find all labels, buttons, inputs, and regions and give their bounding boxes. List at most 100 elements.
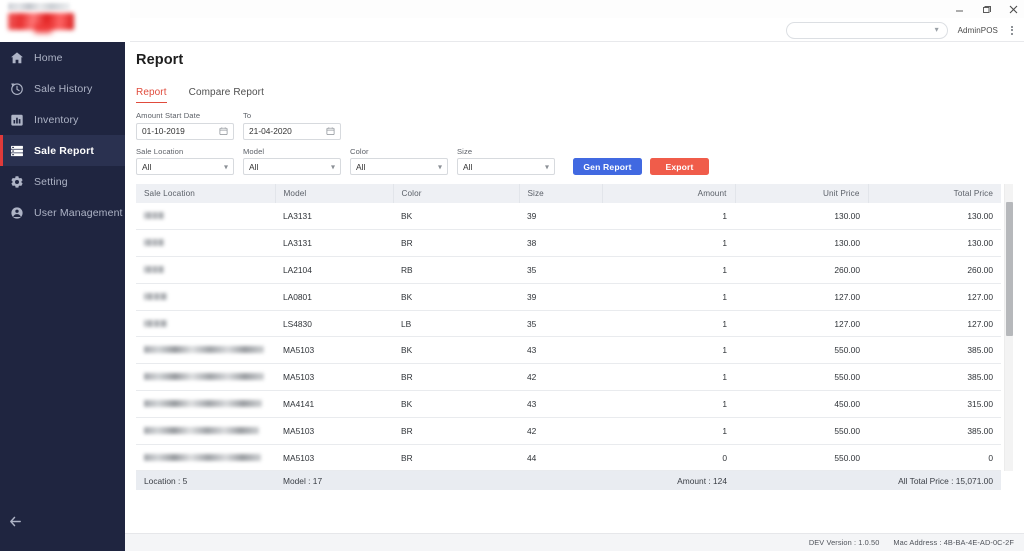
store-select[interactable]: ▾: [785, 21, 948, 39]
filter-row-dates: Amount Start Date 01-10-2019 To 21-04-20…: [136, 111, 1014, 140]
sidebar-item-setting[interactable]: Setting: [0, 166, 125, 197]
cell-model: LA2104: [275, 256, 393, 284]
sidebar-item-sale-report[interactable]: Sale Report: [0, 135, 125, 166]
cell-unit-price: 450.00: [735, 390, 868, 418]
column-header-color[interactable]: Color: [393, 184, 520, 203]
cell-unit-price: 130.00: [735, 229, 868, 258]
table-row[interactable]: MA5103 BR 42 1 550.00 385.00: [136, 417, 1001, 445]
cell-amount: 1: [602, 256, 735, 284]
application-window: ▾ AdminPOS Home Sale History Inventory S…: [0, 0, 1024, 551]
table-row[interactable]: LA2104 RB 35 1 260.00 260.00: [136, 256, 1001, 284]
cell-amount: 1: [602, 310, 735, 338]
sidebar-item-label: Inventory: [34, 113, 79, 126]
cell-sale-location: [136, 203, 275, 231]
column-header-amount[interactable]: Amount: [602, 184, 736, 203]
table-row[interactable]: LA3131 BR 38 1 130.00 130.00: [136, 229, 1001, 258]
end-date-input[interactable]: 21-04-2020: [243, 122, 341, 140]
cell-total-price: 130.00: [868, 203, 1001, 231]
table-row[interactable]: LA0801 BK 39 1 127.00 127.00: [136, 283, 1001, 311]
table-row[interactable]: MA5103 BR 42 1 550.00 385.00: [136, 363, 1001, 392]
size-select[interactable]: All ▾: [457, 158, 555, 175]
field-sale-location: Sale Location All ▾: [136, 147, 234, 175]
gen-report-button[interactable]: Gen Report: [573, 158, 642, 175]
field-amount-end-date: To 21-04-2020: [243, 111, 341, 140]
model-select[interactable]: All ▾: [243, 158, 341, 175]
kebab-dot: [1011, 32, 1013, 35]
cell-total-price: 127.00: [868, 310, 1001, 338]
chevron-down-icon: ▾: [330, 162, 335, 171]
table-row[interactable]: LS4830 LB 35 1 127.00 127.00: [136, 310, 1001, 338]
cell-sale-location: [136, 283, 275, 311]
tab-compare-report[interactable]: Compare Report: [189, 87, 264, 103]
main-content: Report Report Compare Report Amount Star…: [125, 42, 1024, 533]
calendar-icon: [219, 127, 228, 136]
close-icon[interactable]: [1007, 3, 1020, 16]
mac-address-label: Mac Address : 4B-BA-4E-AD-0C-2F: [893, 538, 1014, 547]
scrollbar-thumb[interactable]: [1006, 202, 1013, 336]
sidebar-item-sale-history[interactable]: Sale History: [0, 73, 125, 104]
chevron-down-icon: ▾: [437, 162, 442, 171]
cell-total-price: 385.00: [868, 363, 1001, 392]
tab-report[interactable]: Report: [136, 87, 167, 103]
sidebar-item-label: User Management: [34, 206, 123, 219]
cell-unit-price: 260.00: [735, 256, 868, 284]
table-row[interactable]: MA5103 BK 43 1 550.00 385.00: [136, 336, 1001, 365]
cell-model: MA5103: [275, 444, 393, 472]
sale-location-redacted: [144, 239, 164, 247]
report-table-container: Sale Location Model Color Size Amount Un…: [136, 184, 1013, 490]
start-date-value: 01-10-2019: [142, 126, 185, 136]
more-options-icon[interactable]: [1008, 24, 1016, 37]
table-row[interactable]: MA5103 BR 44 0 550.00 0: [136, 444, 1001, 472]
cell-size: 42: [519, 417, 602, 445]
table-scrollbar[interactable]: [1004, 184, 1013, 471]
cell-size: 39: [519, 203, 602, 231]
window-controls: [953, 0, 1020, 18]
field-label: Model: [243, 146, 265, 156]
column-header-model[interactable]: Model: [275, 184, 394, 203]
field-model: Model All ▾: [243, 146, 341, 175]
sidebar-item-label: Home: [34, 51, 63, 64]
current-user-label: AdminPOS: [957, 25, 998, 35]
table-body: LA3131 BK 39 1 130.00 130.00 LA3131 BR 38 1 130.00…: [136, 203, 1001, 472]
table-row[interactable]: LA3131 BK 39 1 130.00 130.00: [136, 203, 1001, 231]
report-tabs: Report Compare Report: [136, 87, 1014, 103]
brand-mark-redacted: [8, 13, 74, 30]
cell-color: BR: [393, 229, 519, 258]
arrow-left-icon: [8, 514, 23, 534]
app-version-label: DEV Version : 1.0.50: [808, 538, 880, 547]
cell-color: BK: [393, 283, 519, 311]
column-header-unit-price[interactable]: Unit Price: [735, 184, 869, 203]
cell-amount: 1: [602, 203, 735, 231]
cell-total-price: 127.00: [868, 283, 1001, 311]
sale-location-select[interactable]: All ▾: [136, 158, 234, 175]
summary-location: Location : 5: [136, 470, 275, 490]
color-select[interactable]: All ▾: [350, 158, 448, 175]
table-header-row: Sale Location Model Color Size Amount Un…: [136, 184, 1001, 203]
cell-model: LS4830: [275, 310, 393, 338]
sidebar-item-inventory[interactable]: Inventory: [0, 104, 125, 135]
sale-location-redacted: [144, 453, 261, 461]
cell-amount: 1: [602, 363, 735, 392]
maximize-icon[interactable]: [980, 3, 993, 16]
sale-location-redacted: [144, 212, 164, 220]
export-button[interactable]: Export: [650, 158, 709, 175]
cell-size: 43: [519, 336, 602, 365]
cell-size: 35: [519, 256, 602, 284]
sidebar-item-home[interactable]: Home: [0, 42, 125, 73]
sidebar-item-user-management[interactable]: User Management: [0, 197, 125, 228]
column-header-sale-location[interactable]: Sale Location: [136, 184, 276, 203]
sidebar-navigation: Home Sale History Inventory Sale Report …: [0, 42, 125, 551]
color-value: All: [356, 161, 366, 172]
cell-model: LA0801: [275, 283, 393, 311]
table-row[interactable]: MA4141 BK 43 1 450.00 315.00: [136, 390, 1001, 418]
gear-icon: [8, 173, 25, 190]
cell-amount: 1: [602, 390, 735, 418]
minimize-icon[interactable]: [953, 3, 966, 16]
start-date-input[interactable]: 01-10-2019: [136, 122, 234, 140]
column-header-size[interactable]: Size: [519, 184, 603, 203]
column-header-total-price[interactable]: Total Price: [868, 184, 1001, 203]
summary-total-price: All Total Price : 15,071.00: [735, 470, 1001, 490]
cell-unit-price: 550.00: [735, 363, 868, 392]
cell-total-price: 315.00: [868, 390, 1001, 418]
cell-color: BK: [393, 203, 519, 231]
